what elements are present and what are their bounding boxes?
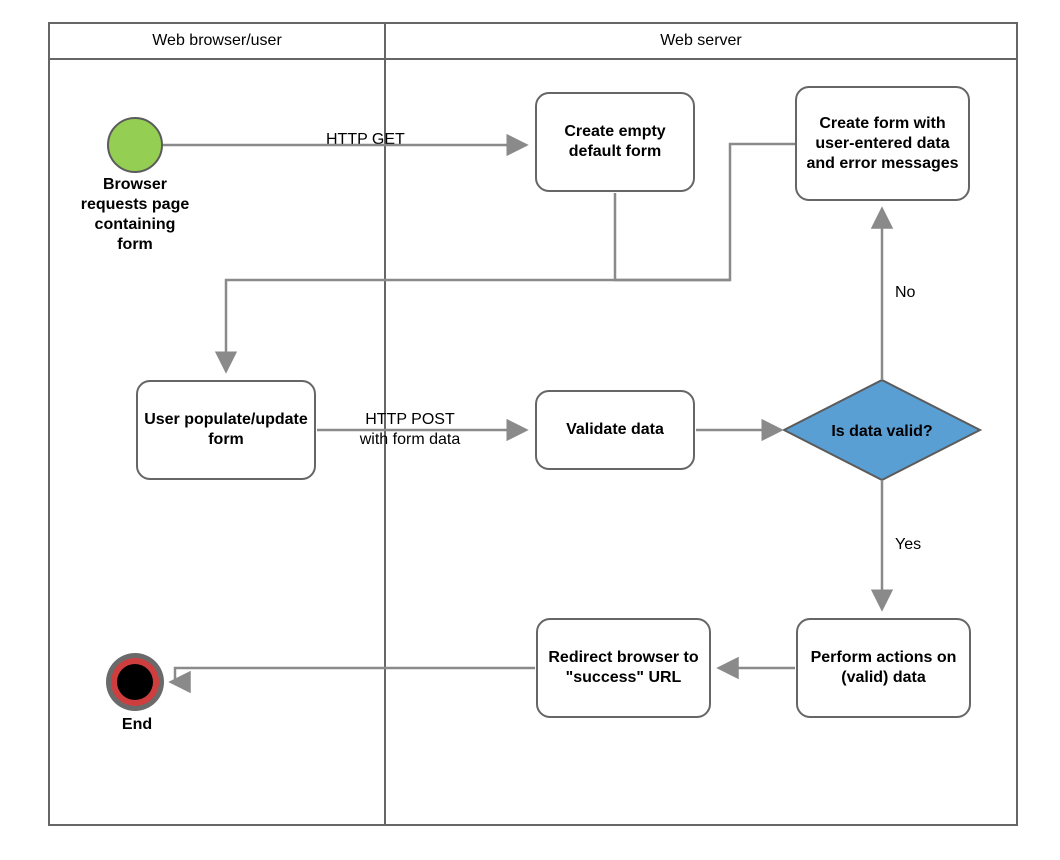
node-redirect: Redirect browser to "success" URL bbox=[536, 618, 711, 718]
start-label: Browser requests page containing form bbox=[80, 175, 190, 255]
node-user-populate: User populate/update form bbox=[136, 380, 316, 480]
edge-label-http-post-1: HTTP POST bbox=[345, 410, 475, 430]
node-create-error: Create form with user-entered data and e… bbox=[795, 86, 970, 201]
swimlane-header-server: Web server bbox=[384, 22, 1018, 60]
node-validate: Validate data bbox=[535, 390, 695, 470]
node-perform: Perform actions on (valid) data bbox=[796, 618, 971, 718]
edge-label-yes: Yes bbox=[895, 535, 935, 555]
edge-label-no: No bbox=[895, 283, 935, 303]
end-label: End bbox=[112, 715, 162, 735]
node-create-empty: Create empty default form bbox=[535, 92, 695, 192]
edge-label-http-post-2: with form data bbox=[345, 430, 475, 450]
diagram-canvas: Web browser/user Web server Create empty… bbox=[0, 0, 1060, 860]
edge-label-http-get: HTTP GET bbox=[326, 130, 426, 150]
swimlane-header-browser: Web browser/user bbox=[48, 22, 386, 60]
